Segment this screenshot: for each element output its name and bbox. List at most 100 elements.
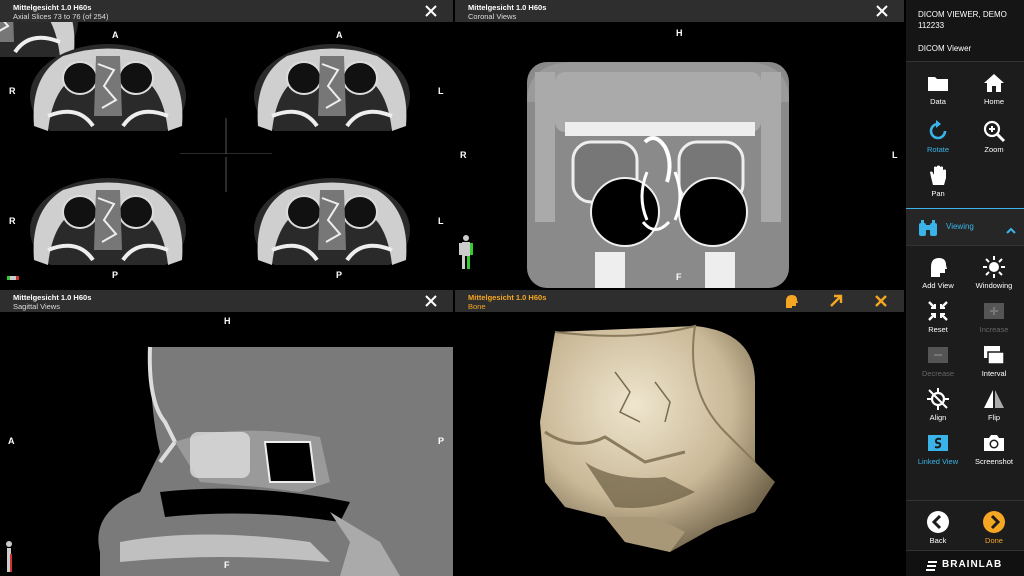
volume-title: Mittelgesicht 1.0 H60s [468,293,547,302]
zoom-icon [983,120,1006,143]
done-button[interactable]: Done [966,507,1022,549]
orient-bottom: F [676,272,682,282]
orient-right: P [438,436,445,446]
brand-name: BRAINLAB [942,559,1003,570]
orientation-figure-icon [6,270,20,280]
sagittal-header: Mittelgesicht 1.0 H60s Sagittal Views [0,290,453,312]
volume-subtitle: Bone [468,302,486,311]
reset-icon [928,301,948,321]
interval-label: Interval [981,369,1007,378]
sagittal-image-area[interactable]: H A P F [0,312,453,576]
axial-slices-image [0,0,453,287]
coronal-viewport[interactable]: Mittelgesicht 1.0 H60s Coronal Views H R… [455,0,904,288]
binoculars-icon [918,218,938,238]
windowing-label: Windowing [975,281,1013,290]
zoom-button[interactable]: Zoom [966,116,1022,158]
chevron-up-icon [1006,223,1016,234]
align-button[interactable]: Align [910,384,966,426]
zoom-label: Zoom [984,145,1004,154]
linked-view-button[interactable]: Linked View [910,428,966,470]
flip-icon [984,390,1004,408]
head-icon[interactable] [782,292,800,310]
increase-button[interactable]: Increase [966,296,1022,338]
orient-top: A [112,30,119,40]
home-icon [984,74,1004,92]
screenshot-button[interactable]: Screenshot [966,428,1022,470]
sidebar-footer-actions: Back Done [906,500,1024,548]
back-icon [927,511,949,533]
close-icon[interactable] [872,292,890,310]
orient-bottom: F [224,560,230,570]
brainlab-logo-icon [926,559,938,571]
maximize-arrow-icon[interactable] [827,292,845,310]
orient-right: L [438,86,444,96]
orient-left: R [9,86,16,96]
camera-icon [984,435,1004,451]
volume-image-area[interactable] [455,312,904,576]
orientation-figure-icon [4,540,14,574]
sun-icon [983,256,1005,278]
viewing-section-header[interactable]: Viewing [906,208,1024,246]
decrease-icon [928,347,948,363]
done-icon [983,511,1005,533]
flip-button[interactable]: Flip [966,384,1022,426]
sagittal-viewport[interactable]: Mittelgesicht 1.0 H60s Sagittal Views H … [0,290,453,576]
hand-icon [930,165,946,185]
interval-button[interactable]: Interval [966,340,1022,382]
axial-header: Mittelgesicht 1.0 H60s Axial Slices 73 t… [0,0,453,22]
align-icon [927,388,949,410]
orient-top: H [224,316,231,326]
orient-top: A [336,30,343,40]
folder-icon [928,77,948,91]
done-label: Done [985,536,1003,545]
data-button[interactable]: Data [910,68,966,110]
decrease-label: Decrease [921,369,955,378]
reset-button[interactable]: Reset [910,296,966,338]
pan-label: Pan [931,189,945,198]
brand-footer: BRAINLAB [906,550,1024,576]
sagittal-slice-image [98,346,453,576]
interval-icon [984,346,1005,365]
linked-view-icon [928,435,948,451]
add-view-button[interactable]: Add View [910,252,966,294]
windowing-button[interactable]: Windowing [966,252,1022,294]
close-icon[interactable] [874,3,890,19]
close-icon[interactable] [423,293,439,309]
orient-bottom: P [336,270,343,280]
sidebar-header: DICOM VIEWER, DEMO 112233 DICOM Viewer [906,0,1024,62]
orient-left: A [8,436,15,446]
home-button[interactable]: Home [966,68,1022,110]
reset-label: Reset [928,325,948,334]
add-view-label: Add View [922,281,954,290]
volume-viewport[interactable]: Mittelgesicht 1.0 H60s Bone [455,290,904,576]
home-label: Home [983,97,1004,106]
coronal-header: Mittelgesicht 1.0 H60s Coronal Views [455,0,904,22]
coronal-image-area[interactable]: H R L F [455,22,904,288]
app-subtitle: DICOM Viewer [918,44,972,53]
coronal-title: Mittelgesicht 1.0 H60s [468,3,547,12]
decrease-button[interactable]: Decrease [910,340,966,382]
orient-right: L [438,216,444,226]
viewing-label: Viewing [946,222,974,231]
sagittal-subtitle: Sagittal Views [13,302,60,311]
increase-label: Increase [979,325,1009,334]
app-title: DICOM VIEWER, DEMO 112233 [918,10,1007,30]
back-button[interactable]: Back [910,507,966,549]
skull-3d-rendering [540,324,775,552]
axial-subtitle: Axial Slices 73 to 76 (of 254) [13,12,109,21]
increase-icon [984,303,1004,319]
orientation-figure-icon [459,234,473,270]
align-label: Align [929,413,947,422]
axial-image-area[interactable]: A A R L R L P P [0,0,453,288]
orient-right: L [892,150,898,160]
axial-viewport[interactable]: Mittelgesicht 1.0 H60s Axial Slices 73 t… [0,0,453,288]
sagittal-title: Mittelgesicht 1.0 H60s [13,293,92,302]
coronal-slice-image [527,62,789,288]
rotate-label: Rotate [926,145,950,154]
coronal-subtitle: Coronal Views [468,12,517,21]
pan-button[interactable]: Pan [910,160,966,202]
rotate-button[interactable]: Rotate [910,116,966,158]
data-label: Data [930,97,946,106]
add-view-icon [931,258,947,277]
close-icon[interactable] [423,3,439,19]
